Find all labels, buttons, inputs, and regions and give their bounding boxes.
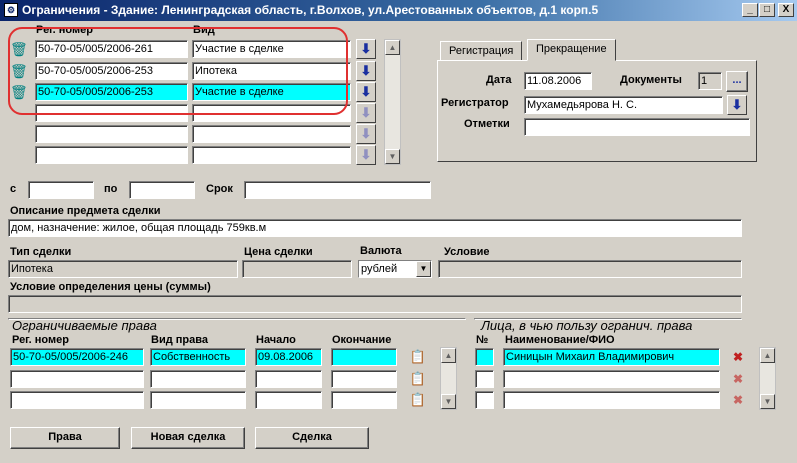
remove-person-icon[interactable]: ✖: [731, 370, 745, 388]
new-deal-button[interactable]: Новая сделка: [131, 427, 245, 449]
select-kind-arrow-icon[interactable]: ⬇: [356, 61, 376, 81]
close-button[interactable]: X: [778, 3, 794, 17]
rights-col-reg-header: Рег. номер: [12, 334, 69, 346]
documents-browse-button[interactable]: ...: [726, 71, 748, 92]
right-end-field[interactable]: [331, 370, 397, 388]
person-num-field[interactable]: [475, 370, 494, 388]
window-title: Ограничения - Здание: Ленинградская обла…: [22, 3, 599, 17]
condition-field: [438, 260, 742, 278]
subject-field[interactable]: дом, назначение: жилое, общая площадь 75…: [8, 219, 742, 237]
deal-kind-field[interactable]: [192, 146, 351, 164]
deal-type-field: Ипотека: [8, 260, 238, 278]
scroll-down-icon[interactable]: ▼: [385, 149, 400, 164]
scroll-up-icon[interactable]: ▲: [760, 348, 775, 363]
deal-reg-field[interactable]: [35, 146, 188, 164]
deals-scrollbar[interactable]: ▲ ▼: [384, 39, 401, 165]
annotation-highlight: [8, 27, 348, 115]
rights-col-end-header: Окончание: [332, 334, 392, 346]
persons-col-num-header: №: [476, 334, 489, 346]
term-label: Срок: [206, 183, 233, 195]
rights-button[interactable]: Права: [10, 427, 120, 449]
minimize-button[interactable]: _: [742, 3, 758, 17]
deal-type-label: Тип сделки: [10, 246, 72, 258]
right-kind-field[interactable]: [150, 370, 246, 388]
person-name-field[interactable]: [503, 370, 720, 388]
scroll-up-icon[interactable]: ▲: [441, 348, 456, 363]
documents-count-field: 1: [698, 72, 722, 90]
price-field: [242, 260, 352, 278]
to-field[interactable]: [129, 181, 195, 199]
rights-col-kind-header: Вид права: [151, 334, 208, 346]
subject-label: Описание предмета сделки: [10, 205, 161, 217]
person-name-field[interactable]: [503, 391, 720, 409]
registrar-label: Регистратор: [441, 97, 509, 109]
right-kind-field-selected[interactable]: Собственность: [150, 348, 246, 366]
notes-label: Отметки: [464, 118, 510, 130]
to-label: по: [104, 183, 118, 195]
price-label: Цена сделки: [244, 246, 313, 258]
deal-button[interactable]: Сделка: [255, 427, 369, 449]
right-reg-field-selected[interactable]: 50-70-05/005/2006-246: [10, 348, 144, 366]
right-reg-field[interactable]: [10, 391, 144, 409]
chevron-down-icon[interactable]: ▼: [416, 261, 431, 277]
app-icon: ⚙: [4, 3, 18, 17]
select-registrar-arrow-icon[interactable]: ⬇: [727, 95, 747, 115]
term-field[interactable]: [244, 181, 431, 199]
documents-label: Документы: [620, 74, 682, 86]
right-start-field-selected[interactable]: 09.08.2006: [255, 348, 322, 366]
person-num-field[interactable]: [475, 391, 494, 409]
deal-kind-field[interactable]: [192, 125, 351, 143]
scroll-down-icon[interactable]: ▼: [760, 394, 775, 409]
person-num-field-selected[interactable]: [475, 348, 494, 366]
tab-termination[interactable]: Прекращение: [527, 39, 616, 61]
persons-col-name-header: Наименование/ФИО: [505, 334, 615, 346]
title-bar[interactable]: ⚙ Ограничения - Здание: Ленинградская об…: [0, 0, 797, 21]
from-field[interactable]: [28, 181, 94, 199]
right-reg-field[interactable]: [10, 370, 144, 388]
scroll-up-icon[interactable]: ▲: [385, 40, 400, 55]
scroll-down-icon[interactable]: ▼: [441, 394, 456, 409]
date-label: Дата: [486, 74, 512, 86]
registrar-field[interactable]: Мухамедьярова Н. С.: [524, 96, 723, 114]
select-kind-arrow-icon[interactable]: ⬇: [356, 82, 376, 102]
notes-field[interactable]: [524, 118, 750, 136]
rights-col-start-header: Начало: [256, 334, 296, 346]
persons-heading: Лица, в чью пользу огранич. права: [481, 318, 693, 333]
price-condition-label: Условие определения цены (суммы): [10, 281, 211, 293]
from-label: с: [10, 183, 17, 195]
remove-person-icon[interactable]: ✖: [731, 391, 745, 409]
date-field[interactable]: 11.08.2006: [524, 72, 592, 90]
right-start-field[interactable]: [255, 370, 322, 388]
rights-scrollbar[interactable]: ▲ ▼: [440, 347, 457, 410]
select-kind-arrow-icon[interactable]: ⬇: [356, 124, 376, 144]
condition-label: Условие: [444, 246, 490, 258]
maximize-button[interactable]: □: [759, 3, 775, 17]
rights-heading: Ограничиваемые права: [12, 318, 157, 333]
currency-label: Валюта: [360, 245, 402, 257]
document-icon[interactable]: 📋: [408, 347, 428, 367]
right-end-field[interactable]: [331, 391, 397, 409]
restrictions-window: ⚙ Ограничения - Здание: Ленинградская об…: [0, 0, 797, 463]
currency-select[interactable]: рублей ▼: [358, 260, 432, 278]
right-kind-field[interactable]: [150, 391, 246, 409]
select-kind-arrow-icon[interactable]: ⬇: [356, 145, 376, 165]
document-icon[interactable]: 📋: [408, 390, 428, 410]
right-start-field[interactable]: [255, 391, 322, 409]
person-name-field-selected[interactable]: Синицын Михаил Владимирович: [503, 348, 720, 366]
persons-scrollbar[interactable]: ▲ ▼: [759, 347, 776, 410]
deal-reg-field[interactable]: [35, 125, 188, 143]
price-condition-field: [8, 295, 742, 313]
right-end-field-selected[interactable]: [331, 348, 397, 366]
select-kind-arrow-icon[interactable]: ⬇: [356, 103, 376, 123]
remove-person-icon[interactable]: ✖: [731, 348, 745, 366]
tab-registration[interactable]: Регистрация: [440, 41, 523, 61]
currency-value: рублей: [361, 263, 398, 275]
document-icon[interactable]: 📋: [408, 369, 428, 389]
select-kind-arrow-icon[interactable]: ⬇: [356, 39, 376, 59]
